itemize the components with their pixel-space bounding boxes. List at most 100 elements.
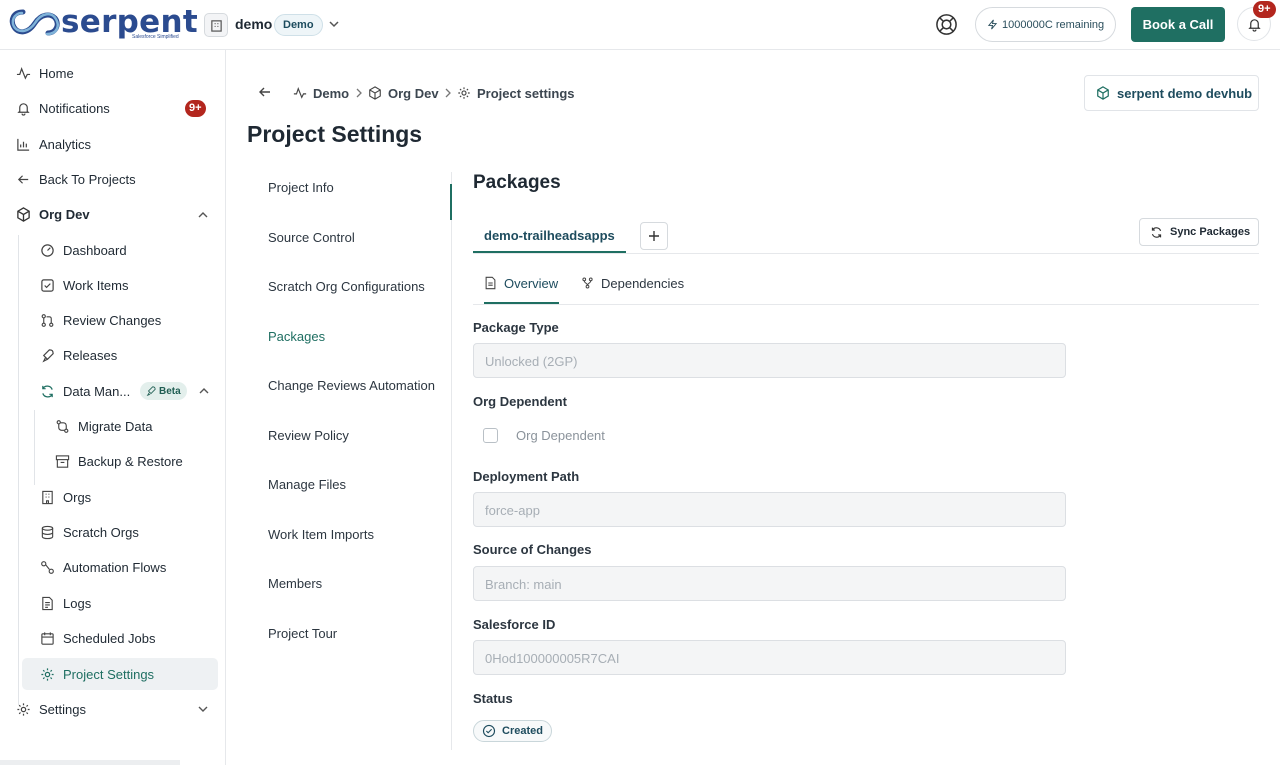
settings-nav-packages[interactable]: Packages: [268, 329, 325, 344]
sidebar-item-data-management[interactable]: Data Man...: [39, 376, 130, 406]
sidebar-item-label: Project Settings: [63, 666, 155, 682]
sidebar-item-scratch-orgs[interactable]: Scratch Orgs: [39, 517, 139, 547]
sidebar-item-label: Settings: [39, 701, 86, 717]
bell-icon: [15, 100, 31, 116]
credits-pill[interactable]: 1000000C remaining: [975, 7, 1117, 42]
tree-line-nested: [34, 410, 35, 485]
org-selector-button[interactable]: serpent demo devhub: [1084, 75, 1259, 111]
sidebar-item-back[interactable]: Back To Projects: [15, 164, 136, 194]
sidebar-item-label: Data Man...: [63, 383, 131, 399]
back-arrow-icon[interactable]: [257, 84, 273, 100]
divider: [473, 253, 1259, 254]
scrollbar[interactable]: [0, 760, 180, 765]
sidebar-item-work-items[interactable]: Work Items: [39, 270, 129, 300]
workspace-name[interactable]: demo: [235, 16, 272, 32]
sidebar-item-dashboard[interactable]: Dashboard: [39, 235, 127, 265]
tab-label: Dependencies: [601, 276, 685, 291]
sidebar-item-backup-restore[interactable]: Backup & Restore: [54, 446, 183, 476]
calendar-icon: [39, 630, 55, 646]
sidebar-item-migrate-data[interactable]: Migrate Data: [54, 411, 152, 441]
rocket-icon: [146, 386, 156, 396]
settings-nav-source-control[interactable]: Source Control: [268, 230, 355, 245]
settings-nav-members[interactable]: Members: [268, 576, 322, 591]
rocket-icon: [39, 347, 55, 363]
sidebar-item-notifications[interactable]: Notifications: [15, 93, 110, 123]
page-title: Project Settings: [247, 121, 423, 147]
chevron-up-icon[interactable]: [197, 384, 211, 398]
breadcrumb-demo[interactable]: Demo: [293, 84, 349, 102]
divider: [473, 304, 1259, 305]
beta-badge: Beta: [140, 382, 187, 400]
org-dependent-checkbox[interactable]: [483, 428, 498, 443]
sidebar-item-label: Scheduled Jobs: [63, 630, 156, 646]
workflow-icon: [39, 559, 55, 575]
settings-nav-review-policy[interactable]: Review Policy: [268, 428, 349, 443]
help-icon[interactable]: [935, 13, 958, 36]
sync-packages-button[interactable]: Sync Packages: [1139, 218, 1259, 246]
sidebar-item-logs[interactable]: Logs: [39, 588, 91, 618]
sidebar-item-org[interactable]: Org Dev: [15, 199, 90, 229]
git-compare-icon: [54, 418, 70, 434]
breadcrumb-org[interactable]: Org Dev: [368, 84, 439, 102]
cube-icon: [15, 206, 31, 222]
sidebar-item-label: Review Changes: [63, 312, 162, 328]
sidebar-item-label: Analytics: [39, 136, 92, 152]
arrow-left-icon: [15, 171, 31, 187]
source-of-changes-label: Source of Changes: [473, 542, 592, 557]
sidebar-item-project-settings[interactable]: Project Settings: [39, 659, 154, 689]
sidebar-item-review-changes[interactable]: Review Changes: [39, 305, 161, 335]
add-package-button[interactable]: [640, 222, 668, 250]
settings-nav-project-info[interactable]: Project Info: [268, 180, 334, 195]
building-icon: [39, 489, 55, 505]
deployment-path-label: Deployment Path: [473, 469, 580, 484]
sidebar-item-orgs[interactable]: Orgs: [39, 482, 91, 512]
book-call-button[interactable]: Book a Call: [1131, 7, 1225, 42]
sidebar-item-scheduled-jobs[interactable]: Scheduled Jobs: [39, 623, 156, 653]
breadcrumb-current: Project settings: [457, 84, 575, 102]
settings-nav-manage-files[interactable]: Manage Files: [268, 477, 346, 492]
activity-icon: [293, 86, 307, 99]
sidebar-item-automation-flows[interactable]: Automation Flows: [39, 552, 166, 582]
settings-nav-change-reviews-automation[interactable]: Change Reviews Automation: [268, 378, 435, 393]
nav-divider: [451, 172, 452, 750]
sidebar-item-home[interactable]: Home: [15, 58, 74, 88]
sidebar-item-label: Scratch Orgs: [63, 524, 139, 540]
cube-icon: [369, 86, 381, 100]
status-badge: Created: [473, 720, 552, 742]
salesforce-id-field: 0Hod100000005R7CAI: [473, 640, 1066, 675]
sidebar-item-releases[interactable]: Releases: [39, 340, 117, 370]
tab-overview[interactable]: Overview: [484, 276, 559, 304]
sidebar-item-label: Work Items: [63, 277, 129, 293]
credits-text: 1000000C remaining: [1002, 18, 1105, 31]
sidebar-item-label: Back To Projects: [39, 171, 136, 187]
notifications-badge: 9+: [1253, 1, 1276, 18]
source-of-changes-field: Branch: main: [473, 566, 1066, 601]
breadcrumb-label: Demo: [313, 85, 350, 101]
chevron-down-icon[interactable]: [326, 16, 342, 32]
file-text-icon: [39, 595, 55, 611]
chevron-up-icon[interactable]: [196, 208, 210, 222]
status-label: Status: [473, 691, 513, 706]
workspace-icon[interactable]: [204, 13, 228, 37]
notifications-count-badge: 9+: [185, 100, 206, 117]
activity-icon: [15, 65, 31, 81]
tab-dependencies[interactable]: Dependencies: [581, 276, 684, 304]
serpent-logo[interactable]: serpent Salesforce Simplified: [8, 4, 198, 42]
sidebar-item-analytics[interactable]: Analytics: [15, 129, 91, 159]
org-selector-label: serpent demo devhub: [1117, 85, 1253, 101]
database-icon: [39, 524, 55, 540]
plus-icon: [649, 231, 659, 241]
settings-nav-scratch-org-configurations[interactable]: Scratch Org Configurations: [268, 279, 425, 294]
sidebar-item-label: Home: [39, 65, 74, 81]
checkbox-icon: [39, 277, 55, 293]
sidebar-item-label: Org Dev: [39, 206, 90, 222]
breadcrumb-label: Project settings: [477, 85, 575, 101]
package-tab[interactable]: demo-trailheadsapps: [473, 218, 626, 253]
settings-nav-work-item-imports[interactable]: Work Item Imports: [268, 527, 374, 542]
settings-nav-project-tour[interactable]: Project Tour: [268, 626, 337, 641]
chevron-down-icon[interactable]: [196, 702, 210, 716]
sidebar-item-settings[interactable]: Settings: [15, 694, 86, 724]
gear-icon: [39, 666, 55, 682]
serpent-logo-icon: [9, 9, 60, 36]
breadcrumb-label: Org Dev: [388, 85, 439, 101]
